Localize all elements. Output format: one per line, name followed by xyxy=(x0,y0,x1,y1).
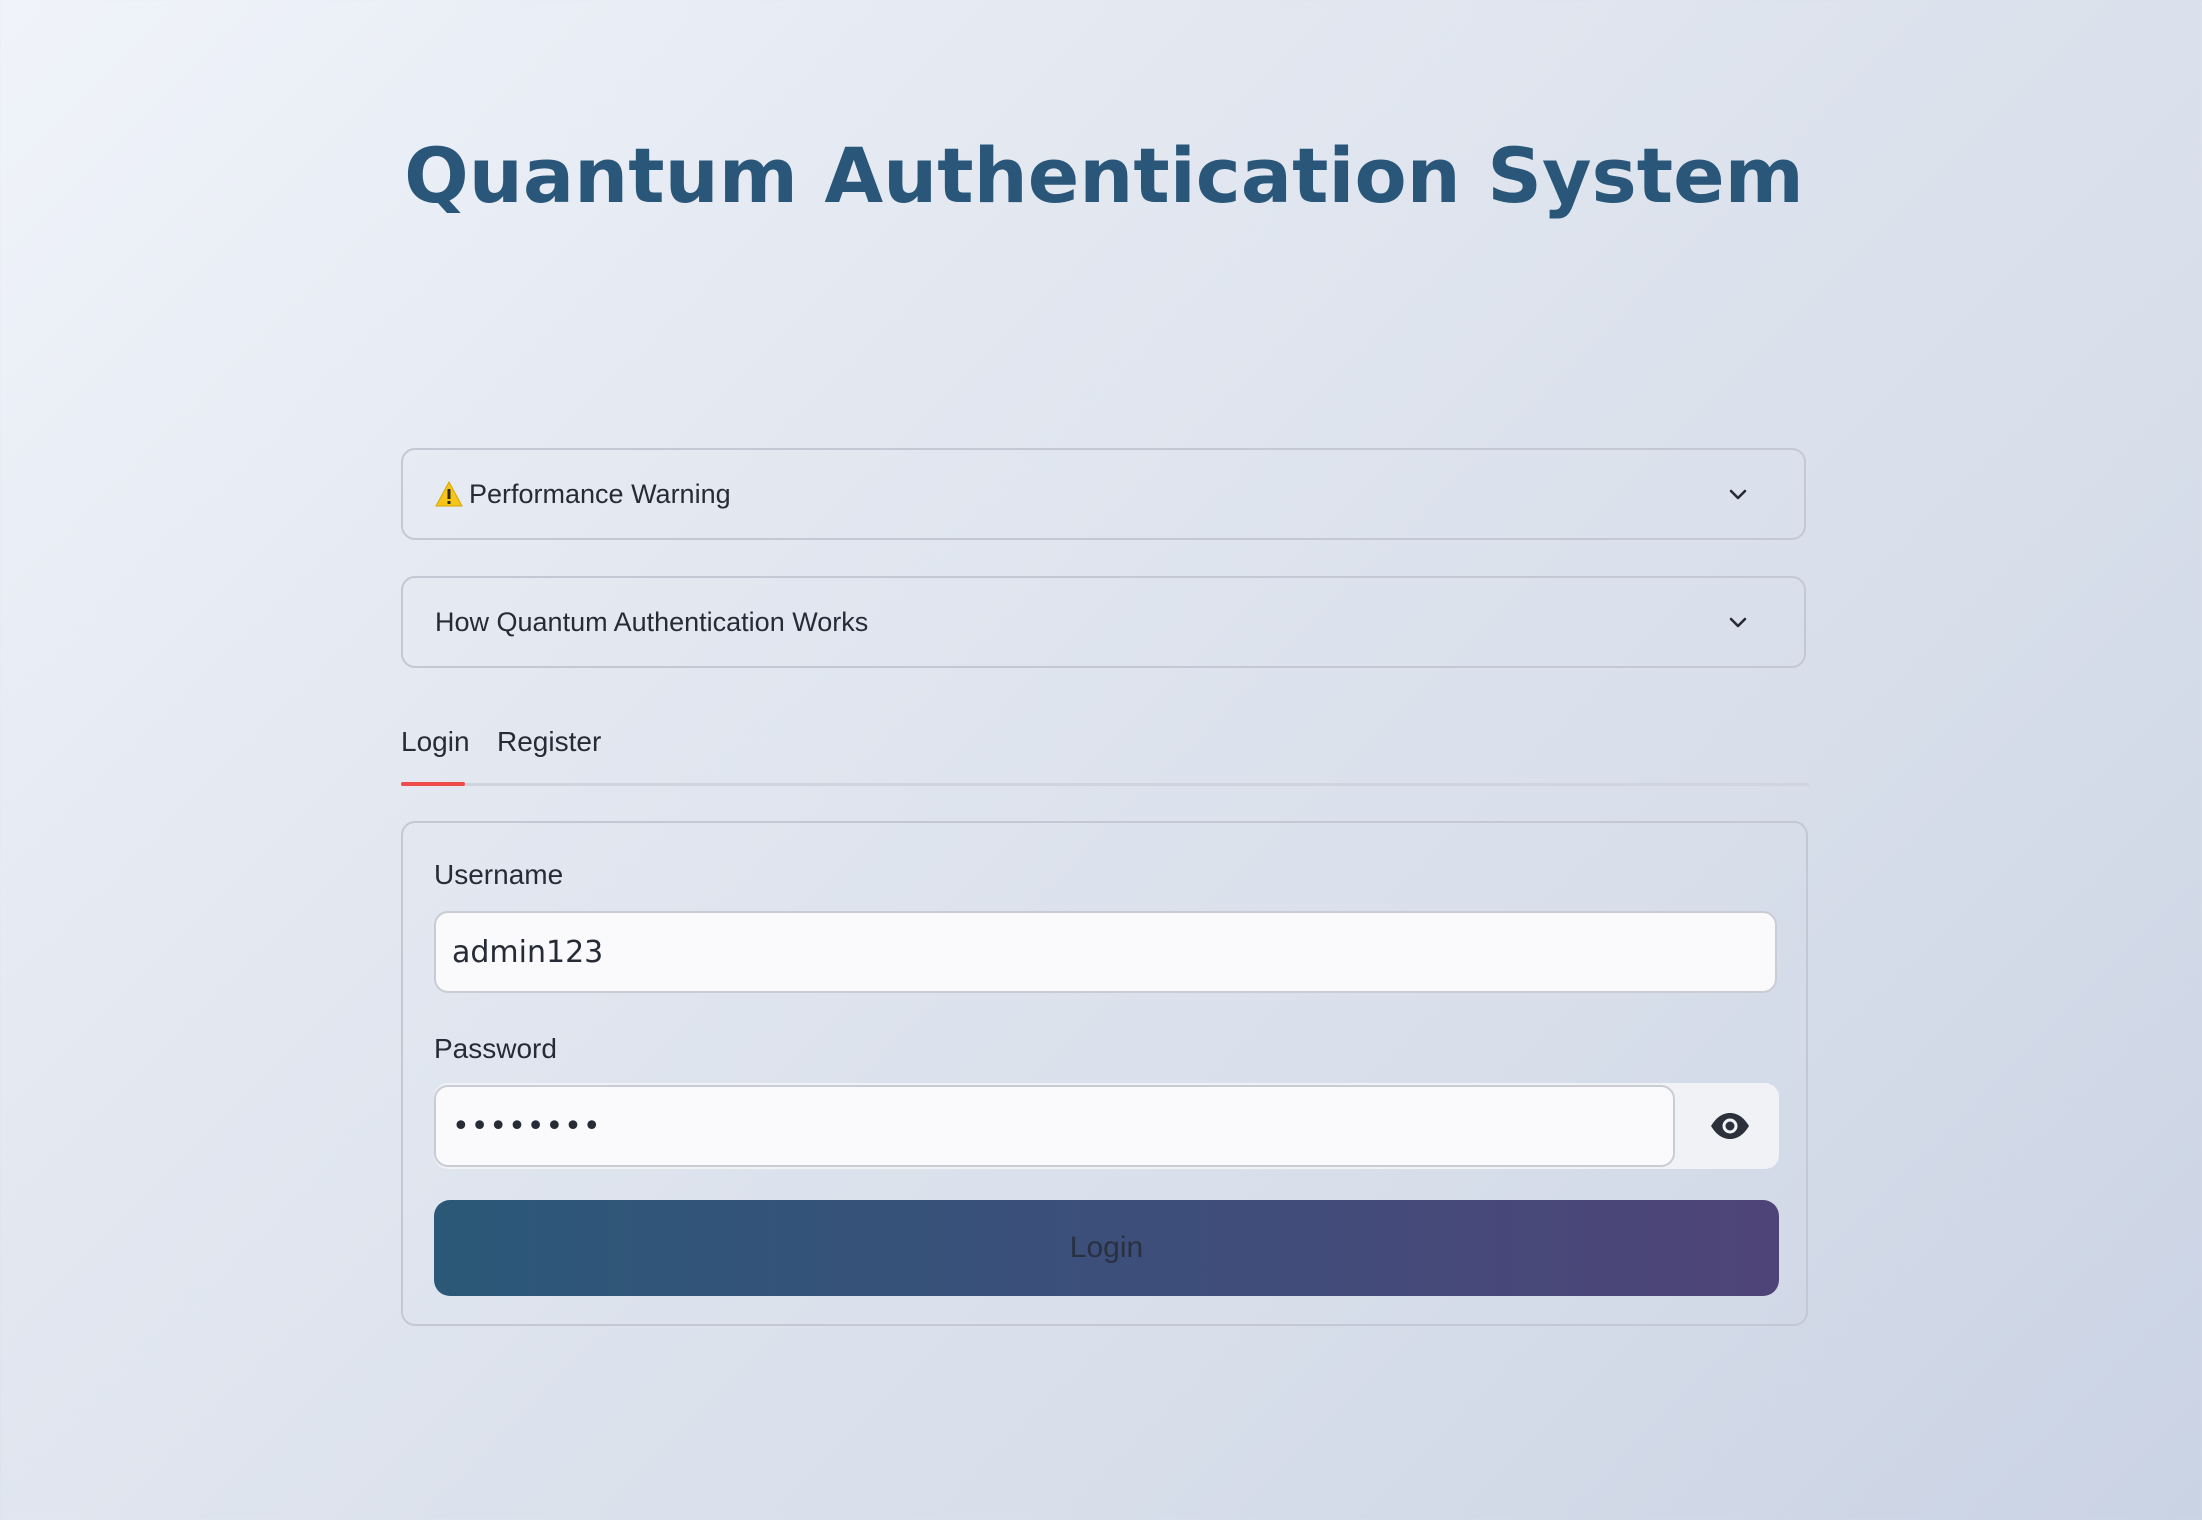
active-tab-indicator xyxy=(401,782,465,786)
tab-login[interactable]: Login xyxy=(401,726,470,758)
how-it-works-label: How Quantum Authentication Works xyxy=(435,606,869,637)
login-button[interactable]: Login xyxy=(434,1200,1779,1296)
tab-register[interactable]: Register xyxy=(497,726,601,758)
tab-divider xyxy=(401,783,1809,786)
performance-warning-expander[interactable]: Performance Warning xyxy=(401,448,1806,540)
password-label: Password xyxy=(434,1033,557,1064)
how-it-works-expander[interactable]: How Quantum Authentication Works xyxy=(401,576,1806,668)
auth-tabs: Login Register xyxy=(401,716,1809,792)
username-label: Username xyxy=(434,859,564,890)
chevron-down-icon xyxy=(1729,489,1747,500)
performance-warning-label: Performance Warning xyxy=(469,478,731,509)
password-input[interactable] xyxy=(434,1085,1675,1167)
page-title: Quantum Authentication System xyxy=(404,131,1804,220)
chevron-down-icon xyxy=(1729,617,1747,628)
performance-warning-header: Performance Warning xyxy=(435,479,1726,510)
show-password-button[interactable] xyxy=(1707,1103,1753,1149)
eye-icon xyxy=(1711,1113,1749,1139)
username-input[interactable] xyxy=(434,911,1777,993)
login-form: Username Password Login xyxy=(401,821,1808,1326)
password-field xyxy=(434,1083,1779,1169)
warning-icon xyxy=(435,481,463,507)
